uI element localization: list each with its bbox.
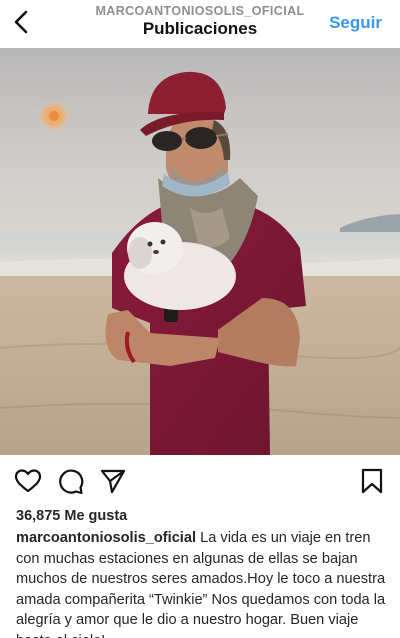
heart-icon — [14, 469, 42, 493]
caption-text: La vida es un viaje en tren con muchas e… — [16, 530, 386, 638]
top-nav-bar: MARCOANTONIOSOLIS_OFICIAL Publicaciones … — [0, 0, 400, 46]
comment-button[interactable] — [56, 467, 84, 495]
save-button[interactable] — [358, 467, 386, 495]
likes-count[interactable]: 36,875 Me gusta — [16, 508, 127, 524]
post-image — [0, 48, 400, 455]
post-caption: marcoantoniosolis_oficial La vida es un … — [16, 528, 388, 638]
share-button[interactable] — [99, 467, 127, 495]
post-photo[interactable] — [0, 48, 400, 455]
send-icon — [100, 469, 126, 494]
post-action-bar — [0, 455, 400, 505]
follow-button[interactable]: Seguir — [329, 13, 382, 33]
caption-username[interactable]: marcoantoniosolis_oficial — [16, 530, 196, 546]
comment-icon — [59, 469, 84, 495]
bookmark-icon — [361, 468, 383, 494]
like-button[interactable] — [14, 467, 42, 495]
